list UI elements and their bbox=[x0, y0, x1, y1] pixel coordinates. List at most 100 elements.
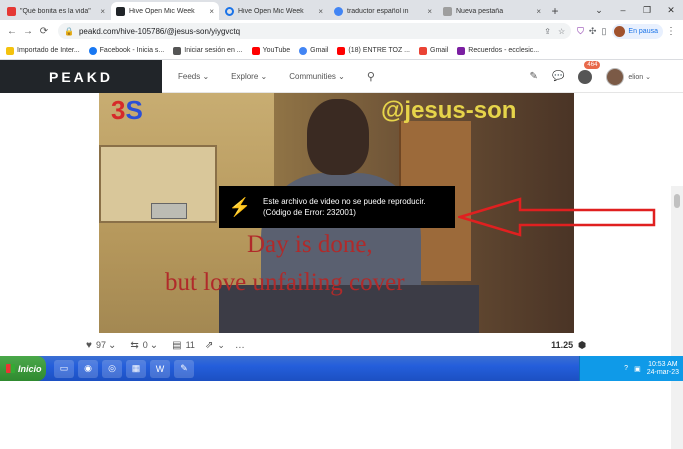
broken-video-icon: ⚡ bbox=[228, 196, 252, 217]
peakd-header: PEAKD Feeds ⌄ Explore ⌄ Communities ⌄ ⚲ … bbox=[0, 60, 683, 93]
scrollbar-thumb[interactable] bbox=[674, 194, 680, 208]
logo-3: 3 bbox=[111, 95, 126, 125]
reblog-button[interactable]: ⇆ 0 ⌄ bbox=[130, 340, 162, 351]
paint-icon[interactable]: ✎ bbox=[174, 359, 194, 378]
tab-title: "Qué bonita es la vida" bbox=[20, 7, 91, 15]
bookmark-icon bbox=[457, 46, 466, 55]
reload-button[interactable]: ⟳ bbox=[36, 26, 52, 37]
vote-count: 97 bbox=[95, 340, 106, 350]
search-icon[interactable]: ⚲ bbox=[367, 70, 375, 83]
windows-flag-icon bbox=[6, 364, 15, 373]
menu-label: Explore bbox=[231, 72, 259, 81]
menu-icon[interactable]: ⋮ bbox=[663, 26, 679, 37]
close-icon[interactable]: × bbox=[536, 7, 541, 16]
forward-button[interactable]: → bbox=[20, 26, 36, 37]
reblog-count: 0 bbox=[142, 340, 148, 350]
maximize-icon[interactable]: ❐ bbox=[635, 0, 659, 20]
bookmark-4[interactable]: Gmail bbox=[299, 46, 328, 55]
puzzle-icon[interactable]: ✣ bbox=[589, 26, 597, 37]
bookmark-0[interactable]: Importado de Inter... bbox=[6, 46, 80, 55]
bookmarks-bar: Importado de Inter... Facebook - Inicia … bbox=[0, 42, 683, 60]
bookmark-icon bbox=[173, 46, 182, 55]
more-icon: … bbox=[234, 339, 245, 351]
share-icon: ⇗ bbox=[204, 339, 214, 351]
profile-button[interactable]: En pausa bbox=[612, 23, 663, 39]
chevron-down-icon[interactable]: ⌄ bbox=[150, 340, 158, 351]
address-bar[interactable]: 🔒 peakd.com/hive-105786/@jesus-son/yiygv… bbox=[58, 23, 572, 39]
minimize-icon[interactable]: – bbox=[611, 0, 635, 20]
peakd-user-area: ✎ 💬 464 elion ⌄ bbox=[530, 60, 651, 93]
more-button[interactable]: … bbox=[235, 340, 249, 351]
firefox-icon[interactable]: ◉ bbox=[78, 359, 98, 378]
vote-button[interactable]: ♥ 97 ⌄ bbox=[86, 340, 120, 351]
user-avatar[interactable] bbox=[606, 67, 625, 86]
help-icon[interactable]: ? bbox=[624, 365, 628, 372]
scrollbar[interactable] bbox=[671, 186, 683, 449]
notifications-button[interactable]: 464 bbox=[578, 60, 601, 84]
bookmark-label: (18) ENTRE TOZ ... bbox=[348, 47, 411, 54]
browser-toolbar: ← → ⟳ 🔒 peakd.com/hive-105786/@jesus-son… bbox=[0, 20, 683, 42]
explorer-icon[interactable]: ▦ bbox=[126, 359, 146, 378]
menu-explore[interactable]: Explore ⌄ bbox=[231, 72, 267, 81]
pencil-icon[interactable]: ✎ bbox=[530, 71, 538, 82]
folder-icon[interactable]: ▭ bbox=[54, 359, 74, 378]
video-overlay-line2: but love unfailing cover bbox=[165, 269, 405, 296]
system-tray: ? ▣ 10:53 AM 24-mar-23 bbox=[579, 356, 683, 381]
tab-1[interactable]: Hive Open Mic Week × bbox=[111, 2, 219, 20]
chrome-icon[interactable]: ◎ bbox=[102, 359, 122, 378]
chevron-down-icon[interactable]: ⌄ bbox=[587, 0, 611, 20]
comments-button[interactable]: ▤ 11 bbox=[172, 340, 195, 351]
error-line-1: Este archivo de video no se puede reprod… bbox=[263, 197, 426, 206]
username[interactable]: elion ⌄ bbox=[628, 73, 651, 81]
error-line-2: (Código de Error: 232001) bbox=[263, 208, 356, 217]
network-icon[interactable]: ▣ bbox=[634, 365, 641, 373]
bookmark-3[interactable]: YouTube bbox=[251, 46, 290, 55]
chat-icon[interactable]: 💬 bbox=[552, 71, 564, 82]
menu-label: Communities bbox=[289, 72, 336, 81]
close-window-icon[interactable]: ✕ bbox=[659, 0, 683, 20]
new-tab-button[interactable]: + bbox=[547, 2, 563, 20]
close-icon[interactable]: × bbox=[427, 7, 432, 16]
windows-taskbar: Inicio ▭ ◉ ◎ ▦ W ✎ ? ▣ 10:53 AM 24-mar-2… bbox=[0, 356, 683, 381]
bookmark-1[interactable]: Facebook - Inicia s... bbox=[88, 46, 165, 55]
tab-3[interactable]: traductor español in × bbox=[329, 2, 437, 20]
close-icon[interactable]: × bbox=[100, 7, 105, 16]
menu-feeds[interactable]: Feeds ⌄ bbox=[178, 72, 209, 81]
tab-title: Hive Open Mic Week bbox=[129, 7, 195, 15]
share-button[interactable]: ⇗ ⌄ bbox=[205, 340, 225, 351]
close-icon[interactable]: × bbox=[209, 7, 214, 16]
bookmark-6[interactable]: Gmail bbox=[419, 46, 448, 55]
share-icon[interactable]: ⇪ bbox=[544, 27, 551, 36]
payout[interactable]: 11.25 ⬢ bbox=[551, 340, 586, 351]
chevron-down-icon: ⌄ bbox=[217, 339, 225, 350]
tab-0[interactable]: "Qué bonita es la vida" × bbox=[2, 2, 110, 20]
tab-2[interactable]: Hive Open Mic Week × bbox=[220, 2, 328, 20]
star-icon[interactable]: ☆ bbox=[558, 27, 565, 36]
lock-icon[interactable]: 🔒 bbox=[64, 27, 74, 36]
start-button[interactable]: Inicio bbox=[0, 356, 46, 381]
clock-time: 10:53 AM bbox=[648, 360, 678, 368]
profile-label: En pausa bbox=[628, 27, 658, 35]
chevron-down-icon[interactable]: ⌄ bbox=[108, 340, 116, 351]
word-icon[interactable]: W bbox=[150, 359, 170, 378]
window-controls: ⌄ – ❐ ✕ bbox=[587, 0, 683, 20]
extension-icon[interactable]: ⛉ bbox=[577, 26, 584, 37]
bookmark-5[interactable]: (18) ENTRE TOZ ... bbox=[337, 46, 411, 55]
google-icon bbox=[299, 46, 308, 55]
peakd-logo[interactable]: PEAKD bbox=[0, 60, 162, 93]
tab-title: traductor español in bbox=[347, 7, 409, 15]
back-button[interactable]: ← bbox=[4, 26, 20, 37]
logo-s: S bbox=[125, 95, 143, 125]
video-error-message: ⚡ Este archivo de video no se puede repr… bbox=[219, 186, 455, 228]
close-icon[interactable]: × bbox=[318, 7, 323, 16]
bookmark-7[interactable]: Recuerdos - ecclesic... bbox=[457, 46, 539, 55]
bookmark-label: Facebook - Inicia s... bbox=[99, 47, 165, 54]
sidepanel-icon[interactable]: ▯ bbox=[601, 26, 606, 37]
bookmark-2[interactable]: Iniciar sesión en ... bbox=[173, 46, 243, 55]
clock-date: 24-mar-23 bbox=[646, 368, 679, 376]
red-arrow-annotation bbox=[458, 197, 656, 237]
extensions: ⛉ ✣ ▯ bbox=[577, 26, 606, 37]
clock[interactable]: 10:53 AM 24-mar-23 bbox=[647, 361, 679, 377]
menu-communities[interactable]: Communities ⌄ bbox=[289, 72, 345, 81]
tab-4[interactable]: Nueva pestaña × bbox=[438, 2, 546, 20]
